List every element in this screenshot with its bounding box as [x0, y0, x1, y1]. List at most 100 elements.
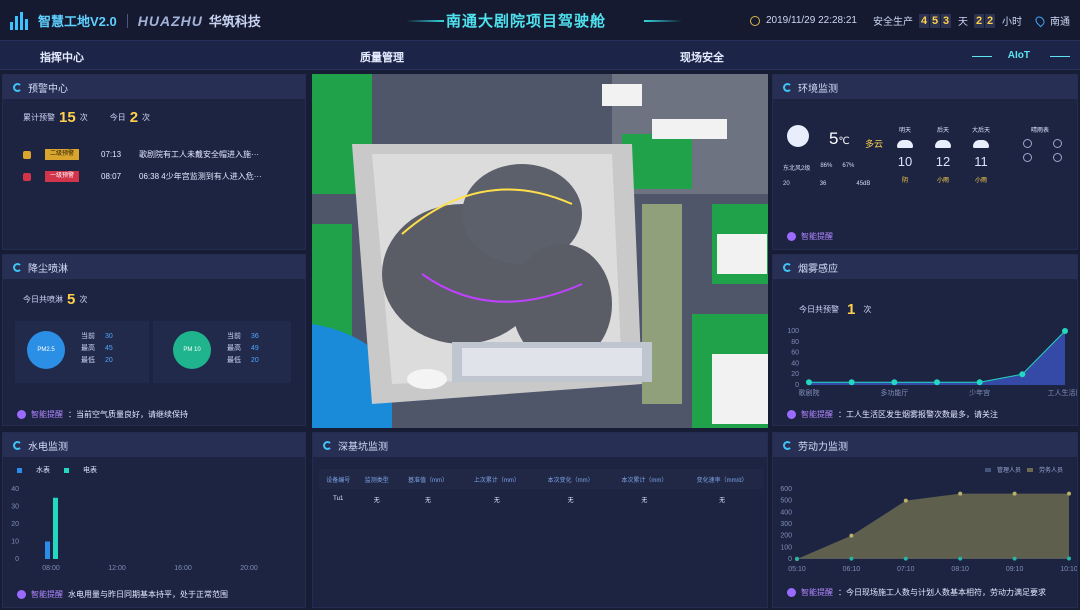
data-point [1019, 371, 1026, 378]
smart-reminder: 智能提醒 ：当前空气质量良好，请继续保持 [17, 409, 188, 420]
area-fill [797, 493, 1069, 559]
alert-item[interactable]: 一级预警 08:07 06:38 4少年宫监测到有人进入危··· [23, 171, 262, 182]
day-unit: 天 [958, 17, 968, 28]
total-count: 15 [59, 109, 76, 126]
nav-bar: 指挥中心 质量管理 现场安全 AIoT [0, 40, 1080, 70]
warning-stats: 累计预警 15 次 今日 2 次 [23, 109, 151, 126]
moon-cloud-icon [787, 125, 809, 147]
y-tick-label: 40 [11, 486, 19, 493]
table-row[interactable]: Tu1 无无无无无无 [319, 489, 763, 509]
smoke-panel: 烟雾感应 今日共预警1次 020406080100歌剧院多功能厅少年宫工人生活区… [772, 254, 1078, 426]
data-point [1067, 556, 1071, 561]
x-tick-label: 多功能厅 [880, 388, 908, 397]
dashboard: 智慧工地V2.0 HUAZHU 华筑科技 南通大剧院项目驾驶舱 2019/11/… [0, 0, 1080, 610]
data-point [849, 533, 854, 538]
safety-hours: 22 [974, 13, 995, 28]
y-tick-label: 40 [791, 360, 799, 367]
area-fill [809, 331, 1065, 385]
table-header: 设备编号 监测类型 基准值（mm） 上次累计（mm） 本次变化（mm） 本次累计（mm）变… [319, 469, 763, 489]
utility-panel: 水电监测 水表 电表 0 10 20 30 40 08:00 12:00 16:00 20:00 … [2, 432, 306, 608]
panel-title: 预警中心 [28, 83, 68, 95]
pie-icon [13, 440, 22, 450]
bulb-icon [787, 232, 796, 241]
data-point [903, 498, 908, 503]
y-tick-label: 100 [787, 328, 799, 335]
weather-text: 多云 [865, 139, 884, 149]
bulb-icon [787, 410, 796, 419]
pie-icon [323, 440, 332, 450]
pie-icon [13, 262, 22, 272]
smart-reminder: 智能提醒 ：工人生活区发生烟雾报警次数最多，请关注 [787, 409, 998, 420]
tab-command-center[interactable]: 指挥中心 [40, 49, 84, 65]
pm25-badge: PM2.5 [27, 331, 65, 369]
x-tick-label: 05:10 [788, 566, 806, 573]
cloud-icon [935, 140, 951, 148]
y-tick-label: 0 [795, 382, 799, 389]
x-tick-label: 16:00 [174, 565, 192, 572]
y-tick-label: 400 [780, 509, 792, 516]
company-en: HUAZHU [137, 12, 203, 29]
data-point [976, 379, 983, 386]
bar [53, 497, 58, 559]
data-point [1012, 556, 1017, 561]
top-bar: 智慧工地V2.0 HUAZHU 华筑科技 南通大剧院项目驾驶舱 2019/11/… [0, 0, 1080, 40]
y-tick-label: 20 [791, 371, 799, 378]
y-tick-label: 80 [791, 339, 799, 346]
pm10-badge: PM 10 [173, 331, 211, 369]
safety-days: 453 [919, 13, 951, 28]
hour-unit: 小时 [1002, 17, 1022, 28]
data-point [1067, 491, 1071, 496]
tab-aiot[interactable]: AIoT [1008, 50, 1030, 61]
y-tick-label: 300 [780, 521, 792, 528]
tab-site-safety[interactable]: 现场安全 [680, 49, 724, 65]
y-tick-label: 0 [788, 556, 792, 563]
smoke-chart: 0 20 40 60 80 100 歌剧院 多功能厅 少年宫 工人生活区 [787, 328, 1078, 397]
bulb-icon [17, 590, 26, 599]
data-point [903, 556, 908, 561]
x-tick-label: 09:10 [1006, 566, 1024, 573]
y-tick-label: 20 [11, 521, 19, 528]
x-tick-label: 歌剧院 [799, 388, 820, 397]
alert-item[interactable]: 二级预警 07:13 歌剧院有工人未戴安全帽进入施··· [23, 149, 259, 160]
cloud-icon [973, 140, 989, 148]
x-tick-label: 10:10 [1060, 566, 1077, 573]
today-count: 2 [129, 109, 139, 126]
pit-panel: 深基坑监测 设备编号 监测类型 基准值（mm） 上次累计（mm） 本次变化（mm） 本次累… [312, 432, 768, 608]
x-tick-label: 少年宫 [969, 388, 990, 397]
barometer-dots [1019, 139, 1073, 163]
pie-icon [783, 262, 792, 272]
x-tick-label: 工人生活区 [1048, 388, 1078, 397]
bell-icon [23, 150, 31, 159]
page-title: 南通大剧院项目驾驶舱 [445, 12, 606, 30]
data-point [795, 556, 799, 561]
tab-quality[interactable]: 质量管理 [360, 49, 404, 65]
y-tick-label: 100 [780, 544, 792, 551]
smoke-count: 1 [847, 301, 856, 318]
pit-table: 设备编号 监测类型 基准值（mm） 上次累计（mm） 本次变化（mm） 本次累计（mm）变… [319, 469, 763, 509]
smart-reminder: 智能提醒 ：今日现场施工人数与计划人数基本相符，劳动力满足要求 [787, 587, 1046, 598]
data-point [1062, 328, 1068, 334]
x-tick-label: 08:10 [951, 566, 969, 573]
spray-count: 5 [67, 291, 76, 308]
barometer-label: 晴雨表 [1031, 128, 1050, 134]
forecast: 明天 10 阴 后天 12 小雨 大后天 11 小雨 [897, 128, 990, 184]
y-tick-label: 500 [780, 498, 792, 505]
site-bim-model[interactable] [312, 74, 768, 428]
utility-chart: 0 10 20 30 40 08:00 12:00 16:00 20:00 [11, 486, 258, 572]
y-tick-label: 200 [780, 533, 792, 540]
data-point [848, 379, 855, 386]
logo-icon [10, 11, 32, 30]
cloud-icon [897, 140, 913, 148]
logo: 智慧工地V2.0 HUAZHU 华筑科技 [10, 11, 261, 30]
legend: 水表 电表 [17, 465, 97, 475]
environment-panel: 环境监测 5℃ 多云 东北风2级 86% 67% 20 36 45dB 明天 10 阴 后天… [772, 74, 1078, 250]
company-cn: 华筑科技 [208, 14, 261, 29]
warning-panel: 预警中心 累计预警 15 次 今日 2 次 二级预警 07:13 歌剧院有工人未戴安全帽进入… [2, 74, 306, 250]
bulb-icon [17, 410, 26, 419]
clock-icon [749, 15, 760, 26]
datetime: 2019/11/29 22:28:21 [765, 15, 857, 26]
y-tick-label: 0 [15, 556, 19, 563]
site-model-image [312, 74, 768, 428]
smart-reminder: 智能提醒 [787, 231, 833, 242]
y-tick-label: 30 [11, 504, 19, 511]
